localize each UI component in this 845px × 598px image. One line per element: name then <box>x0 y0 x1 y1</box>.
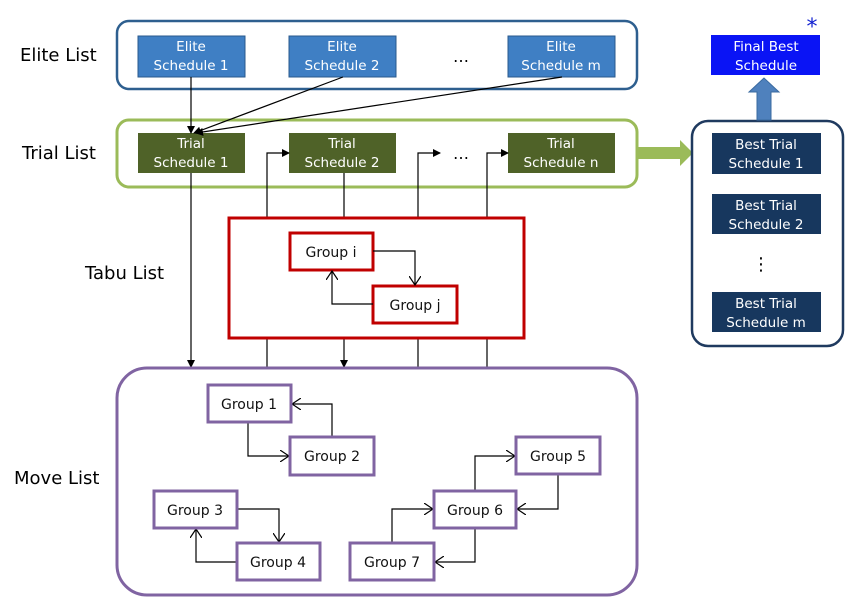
move-group-5[interactable]: Group 5 <box>514 435 602 476</box>
svg-text:Group 1: Group 1 <box>221 397 277 413</box>
best-trial-schedule-m[interactable]: Best Trial Schedule m <box>712 292 821 332</box>
svg-text:Schedule: Schedule <box>735 58 797 74</box>
elite-ellipsis: … <box>453 47 469 66</box>
tabu-search-diagram: Elite List Trial List Tabu List Move Lis… <box>14 15 845 597</box>
svg-text:Best Trial: Best Trial <box>735 137 797 153</box>
tabu-list-label: Tabu List <box>84 263 164 284</box>
elite-schedule-1[interactable]: Elite Schedule 1 <box>137 35 246 78</box>
svg-text:Group j: Group j <box>390 298 441 314</box>
svg-text:Group 2: Group 2 <box>304 449 360 465</box>
move-group-1[interactable]: Group 1 <box>206 383 293 424</box>
svg-text:Group 3: Group 3 <box>167 503 223 519</box>
best-trial-schedule-2[interactable]: Best Trial Schedule 2 <box>712 194 821 234</box>
svg-text:Elite: Elite <box>546 39 576 55</box>
svg-text:Best Trial: Best Trial <box>735 296 797 312</box>
svg-text:Schedule m: Schedule m <box>726 315 805 331</box>
svg-text:Schedule 2: Schedule 2 <box>729 217 804 233</box>
asterisk-mark: * <box>807 15 818 40</box>
best-trial-schedule-1[interactable]: Best Trial Schedule 1 <box>712 133 821 174</box>
tabu-group-i[interactable]: Group i <box>288 231 375 272</box>
move-group-2[interactable]: Group 2 <box>288 435 376 477</box>
move-group-6[interactable]: Group 6 <box>432 489 518 530</box>
move-group-4[interactable]: Group 4 <box>235 541 322 582</box>
svg-text:Schedule 1: Schedule 1 <box>154 155 229 171</box>
trial-schedule-2[interactable]: Trial Schedule 2 <box>289 133 396 173</box>
svg-text:Group 7: Group 7 <box>364 555 420 571</box>
trial-schedule-1[interactable]: Trial Schedule 1 <box>138 133 245 173</box>
elite-schedule-m[interactable]: Elite Schedule m <box>507 35 616 78</box>
trial-schedule-n[interactable]: Trial Schedule n <box>508 133 615 173</box>
green-arrow-icon <box>637 140 693 166</box>
move-list-label: Move List <box>14 468 99 489</box>
elite-list-label: Elite List <box>20 45 97 66</box>
svg-text:Schedule 1: Schedule 1 <box>154 58 229 74</box>
blue-up-arrow-icon <box>747 77 781 121</box>
svg-text:Trial: Trial <box>176 136 205 152</box>
final-best-schedule[interactable]: Final Best Schedule <box>711 35 820 75</box>
move-group-7[interactable]: Group 7 <box>348 541 436 582</box>
svg-text:Group 5: Group 5 <box>530 449 586 465</box>
move-group-3[interactable]: Group 3 <box>152 489 239 530</box>
svg-text:Trial: Trial <box>327 136 356 152</box>
svg-text:Schedule m: Schedule m <box>521 58 600 74</box>
best-vertical-ellipsis: ⋮ <box>752 254 770 275</box>
elite-schedule-2[interactable]: Elite Schedule 2 <box>288 35 397 78</box>
svg-text:Final Best: Final Best <box>733 39 798 55</box>
svg-text:Group i: Group i <box>306 245 357 261</box>
trial-ellipsis: … <box>453 144 469 163</box>
svg-text:Schedule 2: Schedule 2 <box>305 58 380 74</box>
tabu-group-j[interactable]: Group j <box>371 284 459 325</box>
svg-text:Group 6: Group 6 <box>447 503 503 519</box>
svg-text:Schedule 1: Schedule 1 <box>729 156 804 172</box>
svg-text:Best Trial: Best Trial <box>735 198 797 214</box>
trial-list-label: Trial List <box>21 143 96 164</box>
svg-text:Elite: Elite <box>327 39 357 55</box>
svg-text:Schedule 2: Schedule 2 <box>305 155 380 171</box>
svg-text:Trial: Trial <box>546 136 575 152</box>
svg-text:Schedule n: Schedule n <box>524 155 599 171</box>
svg-text:Elite: Elite <box>176 39 206 55</box>
svg-text:Group 4: Group 4 <box>250 555 306 571</box>
